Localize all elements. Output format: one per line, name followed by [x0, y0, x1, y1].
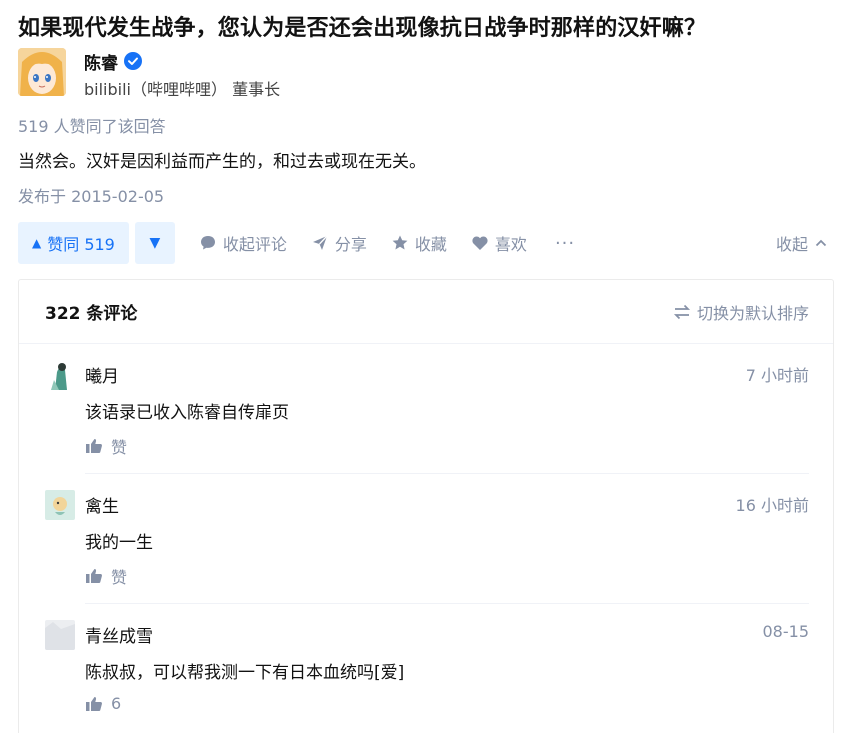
answer-content: 当然会。汉奸是因利益而产生的，和过去或现在无关。	[18, 152, 426, 172]
vote-down-button[interactable]: ▼	[134, 222, 175, 264]
comment-text: 陈叔叔，可以帮我测一下有日本血统吗[爱]	[85, 663, 405, 683]
avatar-anime-icon	[18, 48, 66, 96]
comment-time: 08-15	[762, 622, 810, 641]
collapse-comments-button[interactable]: 收起评论	[199, 231, 287, 255]
share-button[interactable]: 分享	[311, 231, 367, 255]
triangle-up-icon: ▲	[32, 236, 42, 250]
comments-count: 322 条评论	[45, 304, 138, 324]
commenter-name[interactable]: 禽生	[85, 492, 119, 517]
comments-header: 322 条评论 切换为默认排序	[19, 280, 833, 344]
vote-up-label: 赞同 519	[47, 235, 115, 254]
thumb-up-icon	[86, 569, 102, 583]
publish-time[interactable]: 发布于 2015-02-05	[18, 183, 164, 207]
comment-like-button[interactable]: 6	[85, 694, 121, 713]
commenter-avatar[interactable]	[45, 620, 75, 650]
thumb-up-icon	[86, 696, 102, 711]
commenter-name[interactable]: 青丝成雪	[85, 622, 153, 647]
comment-bubble-icon	[200, 236, 215, 250]
question-title[interactable]: 如果现代发生战争，您认为是否还会出现像抗日战争时那样的汉奸嘛？	[18, 10, 706, 42]
comment-like-label: 6	[111, 694, 122, 713]
author-bio: bilibili（哔哩哔哩） 董事长	[84, 80, 281, 99]
comment-text: 我的一生	[85, 533, 153, 553]
comment-divider	[85, 473, 809, 474]
chevron-up-icon	[815, 239, 827, 247]
swap-arrows-icon	[673, 304, 691, 319]
comment-like-button[interactable]: 赞	[85, 434, 127, 458]
comment-text: 该语录已收入陈睿自传扉页	[85, 403, 289, 423]
like-button[interactable]: 喜欢	[471, 231, 527, 255]
answer-page: 如果现代发生战争，您认为是否还会出现像抗日战争时那样的汉奸嘛？ 陈睿 bilib…	[0, 0, 856, 733]
author-block: 陈睿 bilibili（哔哩哔哩） 董事长	[18, 48, 280, 100]
commenter-avatar[interactable]	[45, 360, 75, 390]
avatar-bird-icon	[45, 490, 75, 520]
commenter-name[interactable]: 曦月	[85, 362, 119, 387]
comment-like-button[interactable]: 赞	[85, 564, 127, 588]
thumb-up-icon	[86, 439, 102, 453]
more-options-icon[interactable]: ···	[555, 233, 575, 254]
collapse-answer-button[interactable]: 收起	[776, 231, 828, 255]
vote-summary: 519 人赞同了该回答	[18, 117, 166, 136]
comment-time: 16 小时前	[735, 496, 809, 515]
vote-up-button[interactable]: ▲ 赞同 519	[18, 222, 129, 264]
sort-toggle-label: 切换为默认排序	[696, 303, 809, 323]
heart-icon	[472, 236, 488, 250]
like-label: 喜欢	[494, 235, 527, 254]
comment-like-label: 赞	[111, 568, 128, 587]
comment-like-label: 赞	[111, 438, 128, 457]
collapse-label: 收起	[775, 235, 808, 254]
comment-divider	[85, 603, 809, 604]
comment-time: 7 小时前	[745, 366, 809, 385]
share-label: 分享	[334, 235, 367, 254]
action-bar: ▲ 赞同 519 ▼ 收起评论 分享 收藏 喜欢 ··· 收起	[18, 221, 834, 265]
verified-badge-icon	[124, 52, 142, 70]
sort-toggle-button[interactable]: 切换为默认排序	[673, 300, 809, 324]
comments-panel: 322 条评论 切换为默认排序 曦月 7 小时前 该语录已收入陈睿自传扉页 赞	[18, 279, 834, 733]
author-avatar[interactable]	[18, 48, 66, 96]
collapse-comments-label: 收起评论	[222, 235, 287, 254]
avatar-figure-icon	[45, 360, 75, 390]
avatar-default-icon	[45, 620, 75, 650]
share-plane-icon	[312, 235, 328, 250]
star-icon	[392, 235, 408, 250]
favorite-label: 收藏	[414, 235, 447, 254]
commenter-avatar[interactable]	[45, 490, 75, 520]
favorite-button[interactable]: 收藏	[391, 231, 447, 255]
author-name[interactable]: 陈睿	[84, 49, 118, 74]
triangle-down-icon: ▼	[149, 235, 161, 251]
